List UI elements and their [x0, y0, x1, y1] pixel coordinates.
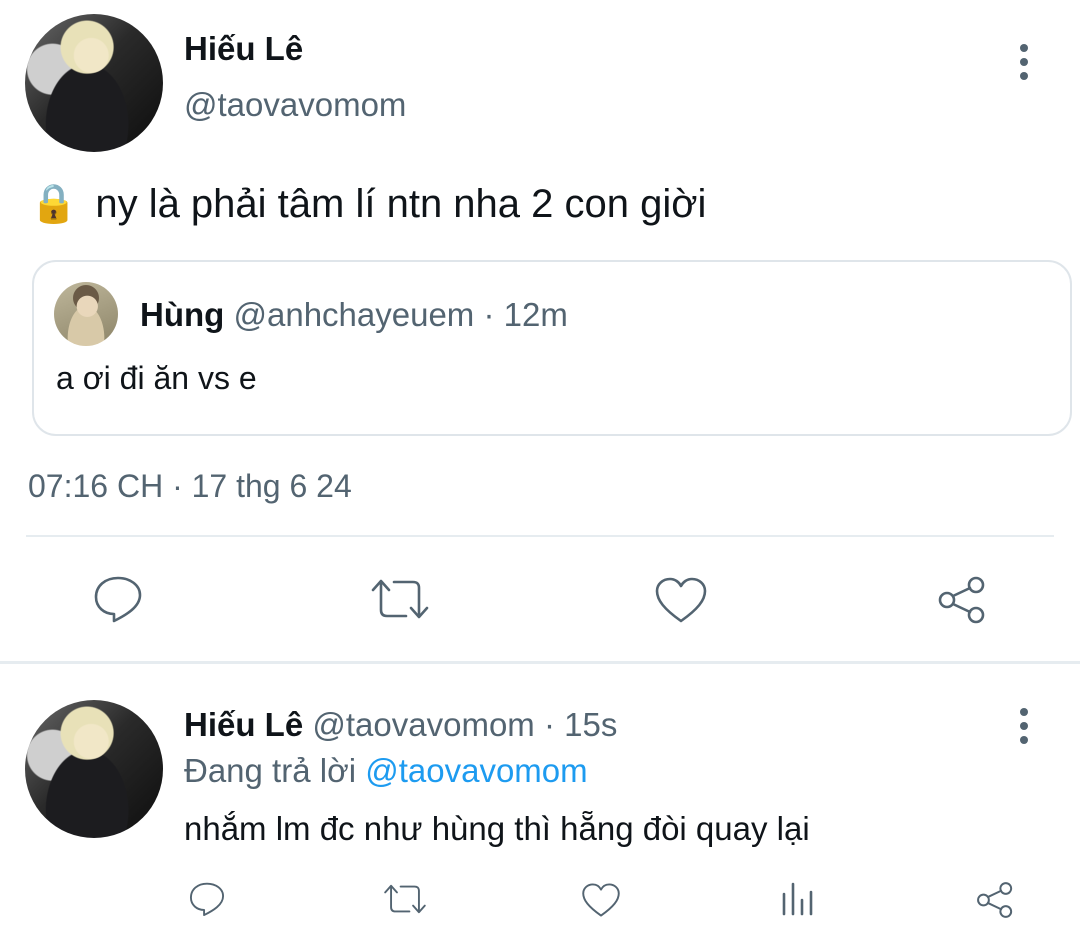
tweet-text-line: 🔒 ny là phải tâm lí ntn nha 2 con giời: [30, 180, 706, 228]
divider: [26, 535, 1054, 537]
reply-author-avatar[interactable]: [25, 700, 163, 838]
like-icon[interactable]: [654, 576, 708, 624]
quote-header: Hùng @anhchayeuem · 12m: [140, 296, 568, 334]
reply-retweet-icon[interactable]: [383, 882, 427, 916]
retweet-icon[interactable]: [370, 576, 430, 622]
share-icon[interactable]: [936, 574, 988, 626]
quote-separator: ·: [483, 296, 495, 333]
reply-time: 15s: [564, 706, 618, 743]
replying-prefix: Đang trả lời: [184, 752, 357, 789]
quote-time: 12m: [503, 296, 568, 333]
author-name[interactable]: Hiếu Lê: [184, 30, 303, 68]
reply-more-options-icon[interactable]: [1019, 708, 1029, 744]
reply-icon[interactable]: [92, 574, 144, 624]
section-separator: [0, 661, 1080, 664]
more-options-icon[interactable]: [1019, 44, 1029, 80]
quote-author-name: Hùng: [140, 296, 225, 333]
author-handle[interactable]: @taovavomom: [184, 86, 406, 124]
quote-author-avatar: [54, 282, 118, 346]
quoted-tweet-card[interactable]: [32, 260, 1072, 436]
reply-reply-icon[interactable]: [188, 880, 226, 918]
reply-header: Hiếu Lê @taovavomom · 15s: [184, 706, 617, 744]
views-icon[interactable]: [780, 880, 816, 918]
reply-text: nhắm lm đc như hùng thì hẵng đòi quay lạ…: [184, 810, 810, 847]
reply-separator: ·: [543, 706, 555, 743]
replying-to-line: Đang trả lời @taovavomom: [184, 752, 588, 790]
reply-share-icon[interactable]: [975, 880, 1015, 920]
author-avatar[interactable]: [25, 14, 163, 152]
replying-to-link[interactable]: @taovavomom: [365, 752, 587, 789]
lock-icon: 🔒: [30, 183, 78, 225]
reply-author-handle[interactable]: @taovavomom: [312, 706, 534, 743]
reply-like-icon[interactable]: [581, 882, 621, 918]
quote-text: a ơi đi ăn vs e: [56, 360, 257, 396]
reply-author-name[interactable]: Hiếu Lê: [184, 706, 303, 743]
tweet-text: ny là phải tâm lí ntn nha 2 con giời: [95, 182, 707, 226]
tweet-timestamp[interactable]: 07:16 CH · 17 thg 6 24: [28, 468, 352, 505]
quote-author-handle: @anhchayeuem: [233, 296, 475, 333]
